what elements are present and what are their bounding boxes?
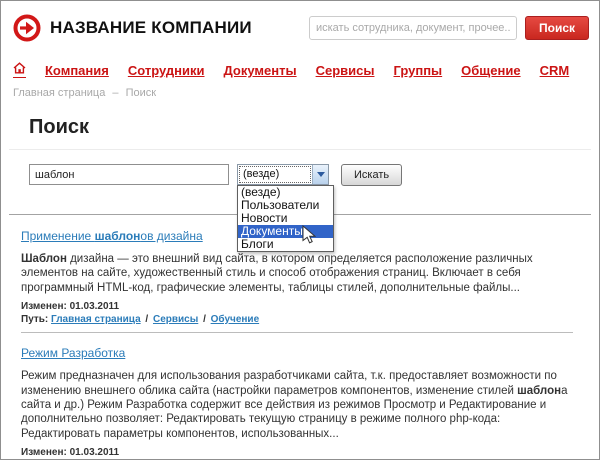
dropdown-option-blogs[interactable]: Блоги bbox=[238, 238, 333, 251]
result-title-text: Режим Разработка bbox=[21, 346, 125, 360]
search-result: Режим Разработка Режим предназначен для … bbox=[21, 336, 573, 460]
modified-label: Изменен: bbox=[21, 301, 67, 312]
global-search-input[interactable] bbox=[309, 16, 517, 40]
nav-item-company[interactable]: Компания bbox=[45, 63, 109, 78]
nav-home-link[interactable] bbox=[13, 62, 26, 78]
global-search-button[interactable]: Поиск bbox=[525, 16, 589, 40]
result-title-highlight: шаблон bbox=[95, 229, 141, 243]
result-title-link[interactable]: Применение шаблонов дизайна bbox=[21, 229, 203, 243]
snippet-text: дизайна — это внешний вид сайта, в котор… bbox=[21, 253, 533, 294]
query-input[interactable] bbox=[29, 164, 229, 185]
title-divider bbox=[9, 149, 591, 150]
modified-label: Изменен: bbox=[21, 447, 67, 458]
path-link-services[interactable]: Сервисы bbox=[153, 314, 198, 325]
select-arrow-button[interactable] bbox=[312, 165, 328, 184]
arrow-right-circle-icon bbox=[13, 14, 41, 42]
scope-selected-value: (везде) bbox=[239, 166, 311, 183]
snippet-highlight: Шаблон bbox=[21, 253, 67, 265]
modified-value: 01.03.2011 bbox=[70, 301, 120, 312]
nav-item-groups[interactable]: Группы bbox=[393, 63, 442, 78]
modified-value: 01.03.2011 bbox=[70, 447, 120, 458]
search-form: (везде) Искать (везде) Пользователи Ново… bbox=[29, 164, 591, 186]
company-logo[interactable]: НАЗВАНИЕ КОМПАНИИ bbox=[13, 14, 252, 42]
result-snippet: Шаблон дизайна — это внешний вид сайта, … bbox=[21, 252, 573, 295]
results-separator bbox=[21, 332, 573, 333]
breadcrumb-current: Поиск bbox=[126, 87, 156, 99]
result-snippet: Режим предназначен для использования раз… bbox=[21, 369, 573, 441]
header: НАЗВАНИЕ КОМПАНИИ Поиск bbox=[1, 1, 599, 42]
path-link-home[interactable]: Главная страница bbox=[51, 314, 141, 325]
nav-item-crm[interactable]: CRM bbox=[540, 63, 570, 78]
result-path: Путь: Главная страница / Сервисы / Обуче… bbox=[21, 314, 573, 327]
chevron-down-icon bbox=[317, 172, 325, 177]
home-icon bbox=[13, 61, 26, 78]
main-nav: Компания Сотрудники Документы Сервисы Гр… bbox=[13, 62, 599, 78]
page-title: Поиск bbox=[29, 116, 591, 139]
nav-item-documents[interactable]: Документы bbox=[224, 63, 297, 78]
path-separator: / bbox=[145, 314, 148, 325]
path-link-training[interactable]: Обучение bbox=[211, 314, 260, 325]
nav-item-communication[interactable]: Общение bbox=[461, 63, 520, 78]
page: НАЗВАНИЕ КОМПАНИИ Поиск Компания Сотрудн… bbox=[0, 0, 600, 460]
result-meta: Изменен: 01.03.2011 Путь: Главная страни… bbox=[21, 301, 573, 326]
result-modified: Изменен: 01.03.2011 bbox=[21, 447, 573, 460]
breadcrumb: Главная страница – Поиск bbox=[13, 87, 599, 99]
result-title-text: Применение bbox=[21, 229, 95, 243]
result-title-text: ов дизайна bbox=[140, 229, 202, 243]
result-modified: Изменен: 01.03.2011 bbox=[21, 301, 573, 314]
search-submit-button[interactable]: Искать bbox=[341, 164, 402, 186]
nav-item-services[interactable]: Сервисы bbox=[316, 63, 375, 78]
nav-item-employees[interactable]: Сотрудники bbox=[128, 63, 205, 78]
scope-select[interactable]: (везде) bbox=[237, 164, 329, 185]
company-name: НАЗВАНИЕ КОМПАНИИ bbox=[50, 18, 252, 38]
breadcrumb-separator: – bbox=[112, 87, 118, 99]
snippet-text: Режим предназначен для использования раз… bbox=[21, 370, 557, 396]
path-separator: / bbox=[203, 314, 206, 325]
result-meta: Изменен: 01.03.2011 Путь: Главная страни… bbox=[21, 447, 573, 460]
breadcrumb-home[interactable]: Главная страница bbox=[13, 87, 105, 99]
mouse-pointer-icon bbox=[302, 225, 316, 249]
path-label: Путь: bbox=[21, 314, 48, 325]
snippet-highlight: шаблон bbox=[517, 385, 561, 397]
main-content: Поиск (везде) Искать (везде) Пользовател… bbox=[1, 116, 599, 460]
scope-dropdown-list: (везде) Пользователи Новости Документы Б… bbox=[237, 185, 334, 252]
result-title-link[interactable]: Режим Разработка bbox=[21, 346, 125, 360]
